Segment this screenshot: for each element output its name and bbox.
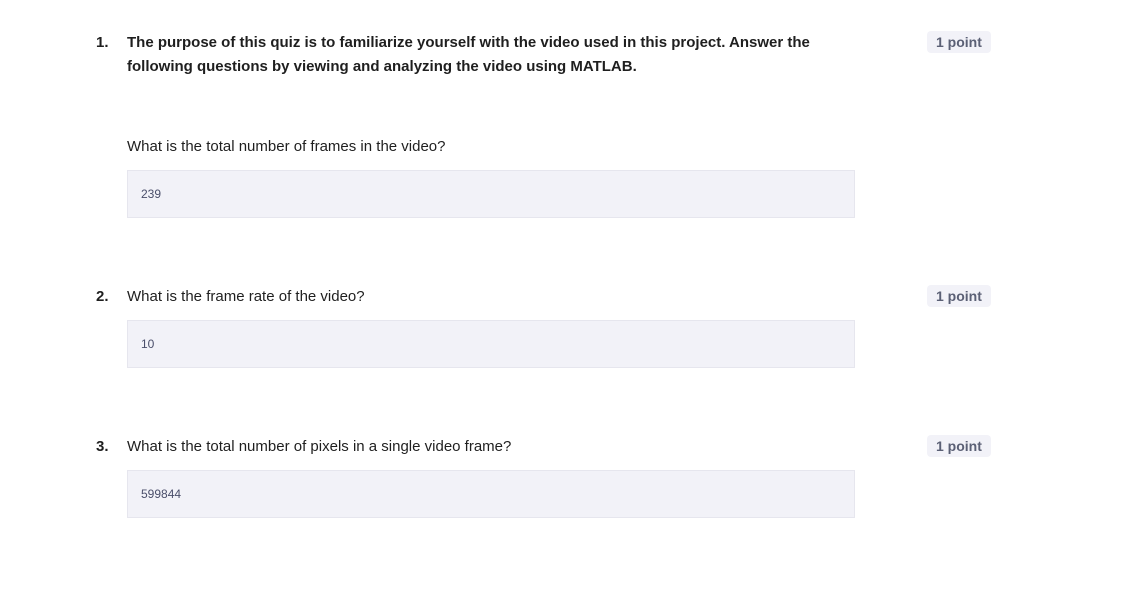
question-number: 2. [96,288,109,305]
question-body: What is the frame rate of the video? [127,285,857,309]
points-badge: 1 point [927,31,991,53]
question-body: The purpose of this quiz is to familiari… [127,31,857,79]
question-prompt: What is the frame rate of the video? [127,288,365,305]
sub-question-text: What is the total number of frames in th… [127,138,446,155]
answer-input[interactable] [128,471,854,517]
answer-field-container [127,470,855,518]
question-number: 1. [96,34,109,51]
answer-field-container [127,170,855,218]
answer-field-container [127,320,855,368]
question-body: What is the total number of pixels in a … [127,435,857,459]
answer-input[interactable] [128,171,854,217]
points-badge: 1 point [927,285,991,307]
points-badge: 1 point [927,435,991,457]
question-prompt: The purpose of this quiz is to familiari… [127,34,810,75]
question-number: 3. [96,438,109,455]
answer-input[interactable] [128,321,854,367]
question-prompt: What is the total number of pixels in a … [127,438,512,455]
